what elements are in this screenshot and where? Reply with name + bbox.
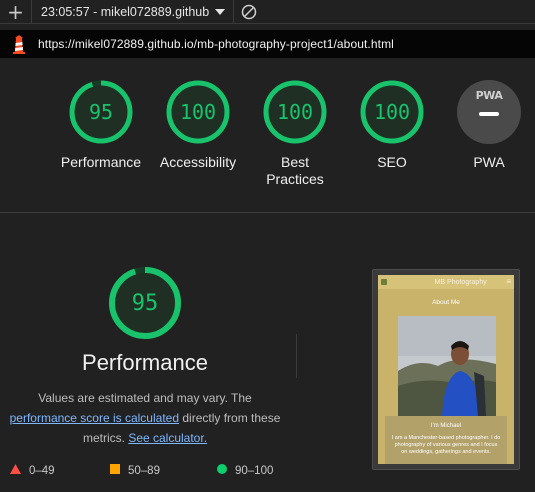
gauge-score: 100 (179, 100, 217, 124)
triangle-icon (10, 464, 21, 477)
portrait-photo (398, 316, 496, 416)
gauge-score: 100 (373, 100, 411, 124)
performance-title: Performance (82, 350, 208, 375)
gauge-label: SEO (377, 154, 407, 170)
legend-average: 50–89 (110, 464, 160, 477)
gauge-ring: 95 (69, 80, 133, 144)
gauge-pwa[interactable]: PWA PWA (439, 80, 535, 171)
gauge-score: 100 (276, 100, 314, 124)
desc-text-1: Values are estimated and may vary. The (38, 391, 252, 405)
pwa-badge-text: PWA (475, 89, 503, 102)
thumbnail-page: MB Photography ≡ About Me I'm Michael I … (378, 275, 514, 464)
thumbnail-bio-card: I'm Michael I am a Manchester-based phot… (385, 416, 507, 464)
thumbnail-navbar: MB Photography ≡ (378, 275, 514, 289)
caret-down-icon (215, 8, 226, 15)
plus-icon[interactable]: + (0, 0, 32, 24)
gauge-label: Accessibility (159, 154, 237, 170)
performance-score-link[interactable]: performance score is calculated (10, 411, 179, 425)
gauge-ring: 100 (263, 80, 327, 144)
final-screenshot-thumbnail[interactable]: MB Photography ≡ About Me I'm Michael I … (372, 269, 520, 470)
gauge-label: Performance (60, 154, 142, 170)
thumbnail-name: I'm Michael (430, 423, 462, 429)
gauge-best-practices[interactable]: 100 Best Practices (245, 80, 345, 188)
lighthouse-icon (0, 30, 38, 58)
gauge-ring: 100 (360, 80, 424, 144)
report-select[interactable]: 23:05:57 - mikel072889.github (32, 0, 235, 24)
pwa-dash-icon (479, 112, 499, 116)
thumbnail-site-title: MB Photography (434, 278, 487, 286)
legend-fail: 0–49 (10, 464, 55, 477)
url-bar: https://mikel072889.github.io/mb-photogr… (0, 30, 535, 58)
desc-text-3: metrics. (82, 431, 125, 445)
gauge-label: PWA (473, 154, 505, 170)
devtools-toolbar: + 23:05:57 - mikel072889.github (0, 0, 535, 24)
section-divider (0, 212, 535, 213)
thumbnail-heading: About Me (432, 299, 460, 306)
performance-gauge: 95 (108, 266, 182, 340)
report-select-label: 23:05:57 - mikel072889.github (41, 4, 210, 19)
desc-text-2: directly from these (182, 411, 281, 425)
performance-score: 95 (131, 290, 159, 316)
circle-icon (217, 464, 227, 477)
legend-pass: 90–100 (217, 464, 273, 477)
performance-description: Values are estimated and may vary. The p… (0, 388, 290, 448)
gauge-accessibility[interactable]: 100 Accessibility (148, 80, 248, 171)
pwa-badge-icon: PWA (457, 80, 521, 144)
page-url[interactable]: https://mikel072889.github.io/mb-photogr… (38, 37, 394, 51)
vertical-separator (296, 334, 297, 378)
clear-icon[interactable] (234, 0, 264, 24)
legend-range: 0–49 (29, 464, 55, 477)
gauge-performance[interactable]: 95 Performance (51, 80, 151, 171)
gauge-label: Best Practices (266, 154, 324, 187)
gauge-ring: 100 (166, 80, 230, 144)
thumbnail-logo-icon (381, 279, 387, 285)
gauge-seo[interactable]: 100 SEO (342, 80, 442, 171)
legend-range: 90–100 (235, 464, 274, 477)
see-calculator-link[interactable]: See calculator. (128, 431, 207, 445)
square-icon (110, 464, 120, 477)
gauge-score: 95 (88, 100, 114, 124)
hamburger-icon: ≡ (506, 277, 511, 286)
thumbnail-bio: I am a Manchester-based photographer. I … (391, 435, 501, 455)
legend-range: 50–89 (128, 464, 160, 477)
